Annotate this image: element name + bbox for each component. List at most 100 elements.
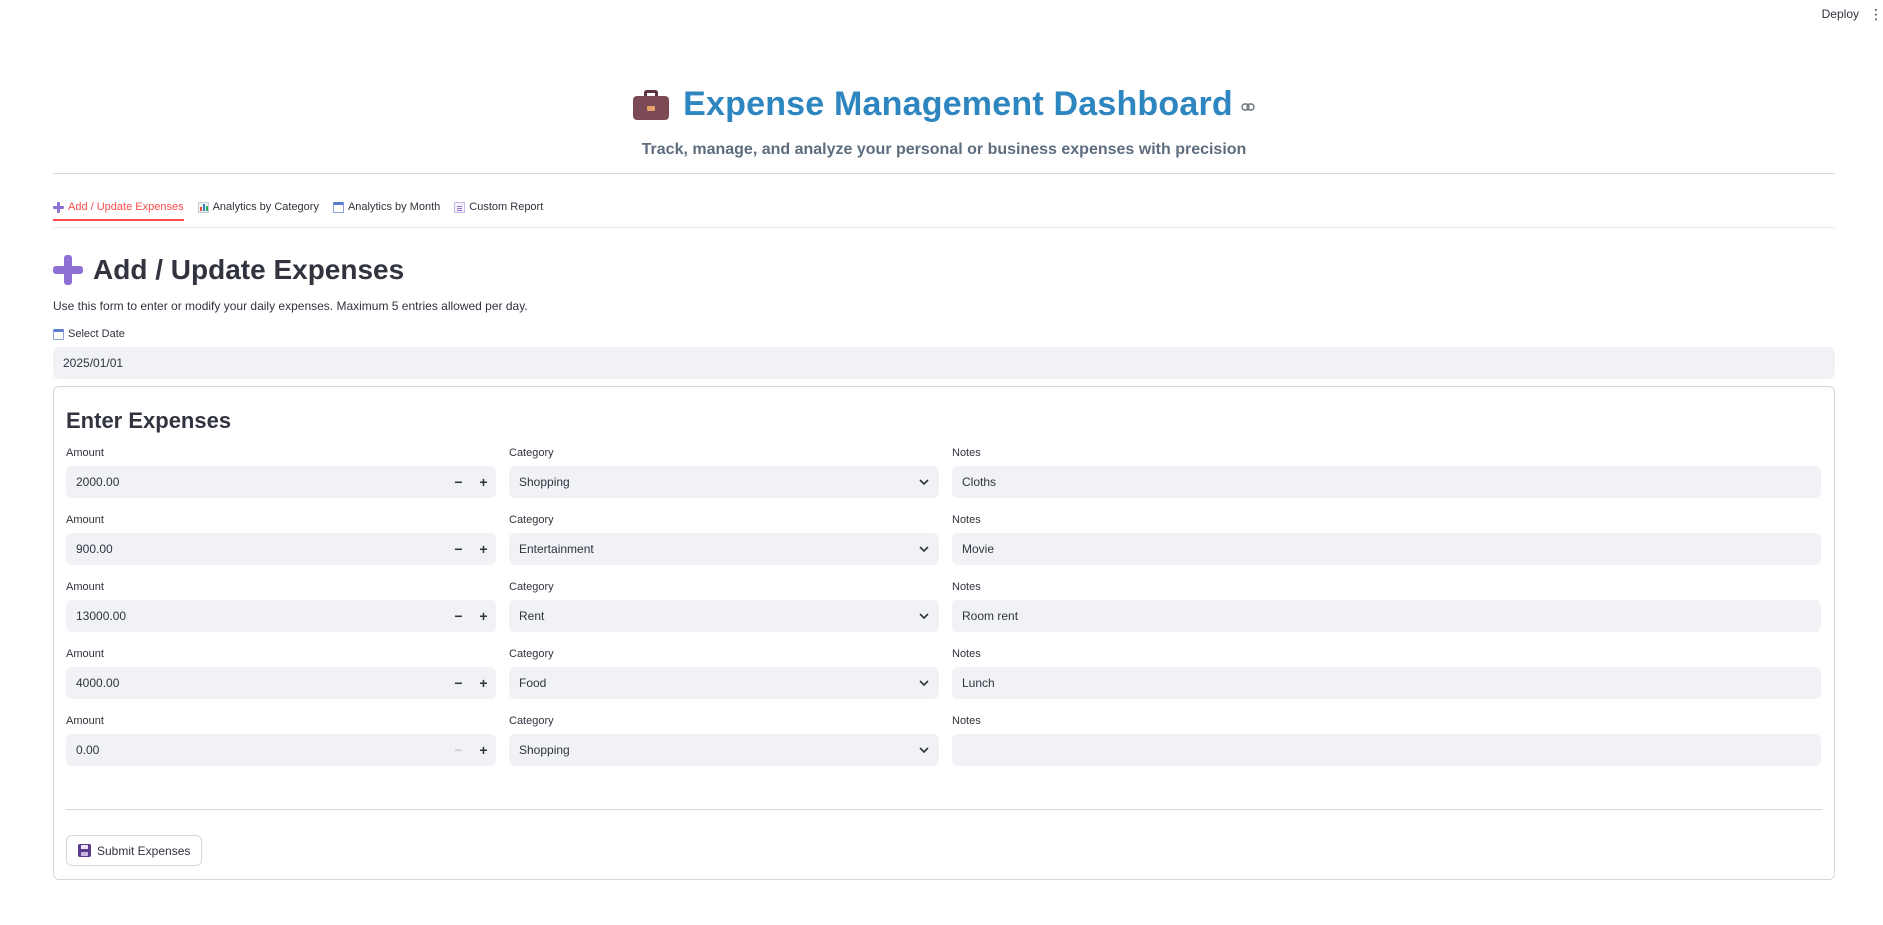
chevron-down-icon[interactable] <box>909 543 939 555</box>
decrement-button[interactable]: − <box>446 533 471 565</box>
increment-button[interactable]: + <box>471 667 496 699</box>
floppy-disk-icon <box>78 844 91 857</box>
amount-value[interactable]: 900.00 <box>66 542 446 556</box>
tab-custom-report[interactable]: Custom Report <box>454 201 543 220</box>
notes-value[interactable]: Movie <box>952 542 1821 556</box>
amount-stepper: − + <box>446 600 496 632</box>
briefcase-icon <box>633 89 670 120</box>
notes-input[interactable]: Cloths <box>952 466 1821 498</box>
amount-stepper: − + <box>446 734 496 766</box>
anchor-link-icon[interactable] <box>1241 99 1255 117</box>
category-value[interactable]: Entertainment <box>509 542 909 556</box>
tab-add-update-expenses[interactable]: Add / Update Expenses <box>53 201 184 221</box>
category-label: Category <box>509 714 554 727</box>
notes-value[interactable]: Lunch <box>952 676 1821 690</box>
notes-value[interactable]: Cloths <box>952 475 1821 489</box>
notes-label: Notes <box>952 580 981 593</box>
category-value[interactable]: Rent <box>509 609 909 623</box>
notes-value[interactable]: Room rent <box>952 609 1821 623</box>
section-title: Add / Update Expenses <box>93 254 405 285</box>
category-select[interactable]: Food <box>509 667 939 699</box>
amount-input[interactable]: 4000.00 − + <box>66 667 496 699</box>
category-value[interactable]: Food <box>509 676 909 690</box>
chevron-down-icon[interactable] <box>909 476 939 488</box>
amount-stepper: − + <box>446 533 496 565</box>
decrement-button[interactable]: − <box>446 600 471 632</box>
category-label: Category <box>509 580 554 593</box>
category-value[interactable]: Shopping <box>509 743 909 757</box>
section-description: Use this form to enter or modify your da… <box>53 299 528 313</box>
notes-input[interactable] <box>952 734 1821 766</box>
notes-column: Notes Room rent <box>952 579 1821 646</box>
category-select[interactable]: Entertainment <box>509 533 939 565</box>
tab-analytics-by-month[interactable]: Analytics by Month <box>332 201 441 220</box>
amount-input[interactable]: 2000.00 − + <box>66 466 496 498</box>
increment-button[interactable]: + <box>471 600 496 632</box>
main-content: Expense Management Dashboard Track, mana… <box>53 0 1835 880</box>
tab-analytics-by-category[interactable]: Analytics by Category <box>197 201 319 220</box>
plus-icon <box>53 201 64 213</box>
date-label-text: Select Date <box>68 328 125 340</box>
notes-input[interactable]: Lunch <box>952 667 1821 699</box>
decrement-button[interactable]: − <box>446 667 471 699</box>
category-select[interactable]: Rent <box>509 600 939 632</box>
decrement-button[interactable]: − <box>446 734 471 766</box>
date-input[interactable]: 2025/01/01 <box>53 347 1835 379</box>
tab-label: Add / Update Expenses <box>68 201 184 213</box>
tab-label: Custom Report <box>469 201 544 213</box>
tab-bar: Add / Update Expenses Analytics by Categ… <box>53 201 1835 221</box>
amount-value[interactable]: 4000.00 <box>66 676 446 690</box>
amount-value[interactable]: 13000.00 <box>66 609 446 623</box>
amount-label: Amount <box>66 580 104 593</box>
main-menu-icon[interactable]: ⋮ <box>1869 6 1883 23</box>
amount-input[interactable]: 900.00 − + <box>66 533 496 565</box>
category-column: Category Entertainment <box>509 512 939 579</box>
category-select[interactable]: Shopping <box>509 466 939 498</box>
chevron-down-icon[interactable] <box>909 677 939 689</box>
section-header: Add / Update Expenses <box>53 253 1835 287</box>
chevron-down-icon[interactable] <box>909 610 939 622</box>
expense-row: Amount 0.00 − + Category Shopping Notes <box>66 713 1822 780</box>
decrement-button[interactable]: − <box>446 466 471 498</box>
form-title: Enter Expenses <box>66 408 232 433</box>
amount-input[interactable]: 13000.00 − + <box>66 600 496 632</box>
chevron-down-icon[interactable] <box>909 744 939 756</box>
amount-label: Amount <box>66 647 104 660</box>
category-select[interactable]: Shopping <box>509 734 939 766</box>
amount-column: Amount 900.00 − + <box>66 512 496 579</box>
amount-stepper: − + <box>446 466 496 498</box>
expense-rows: Amount 2000.00 − + Category Shopping Not… <box>66 445 1822 780</box>
tab-label: Analytics by Month <box>347 201 441 213</box>
notes-input[interactable]: Movie <box>952 533 1821 565</box>
amount-input[interactable]: 0.00 − + <box>66 734 496 766</box>
amount-value[interactable]: 0.00 <box>66 743 446 757</box>
category-value[interactable]: Shopping <box>509 475 909 489</box>
form-divider <box>66 809 1822 810</box>
increment-button[interactable]: + <box>471 466 496 498</box>
amount-stepper: − + <box>446 667 496 699</box>
plus-icon <box>53 255 83 285</box>
notes-column: Notes Cloths <box>952 445 1821 512</box>
notes-column: Notes <box>952 713 1821 780</box>
amount-label: Amount <box>66 513 104 526</box>
amount-column: Amount 0.00 − + <box>66 713 496 780</box>
expense-form: Enter Expenses Amount 2000.00 − + Catego… <box>53 386 1835 880</box>
header-divider <box>53 173 1835 174</box>
category-label: Category <box>509 513 554 526</box>
category-column: Category Shopping <box>509 445 939 512</box>
notes-input[interactable]: Room rent <box>952 600 1821 632</box>
amount-value[interactable]: 2000.00 <box>66 475 446 489</box>
page-header: Expense Management Dashboard <box>53 82 1835 127</box>
tab-bar-divider <box>53 227 1835 228</box>
page-subtitle: Track, manage, and analyze your personal… <box>641 141 1247 158</box>
increment-button[interactable]: + <box>471 533 496 565</box>
date-label: Select Date <box>53 328 1835 340</box>
memo-icon <box>454 201 466 213</box>
category-column: Category Rent <box>509 579 939 646</box>
submit-expenses-button[interactable]: Submit Expenses <box>66 835 203 866</box>
amount-label: Amount <box>66 714 104 727</box>
category-column: Category Food <box>509 646 939 713</box>
increment-button[interactable]: + <box>471 734 496 766</box>
expense-row: Amount 13000.00 − + Category Rent Notes … <box>66 579 1822 646</box>
category-label: Category <box>509 647 554 660</box>
